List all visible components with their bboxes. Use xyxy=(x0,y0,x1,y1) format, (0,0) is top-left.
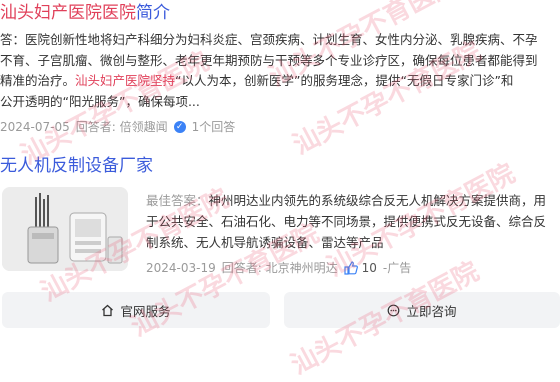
result1-line-2: 不育、子宫肌瘤、微创与整形、老年更年期预防与干预等多个专业诊疗区，确保每位患者都… xyxy=(0,52,538,68)
home-icon xyxy=(102,304,114,316)
chat-icon xyxy=(388,304,400,316)
best-answer-label: 最佳答案： xyxy=(146,193,209,208)
result2-snippet: 最佳答案：神州明达业内领先的系统级综合反无人机解决方案提供商，用 于公共安全、石… xyxy=(146,190,560,253)
thumbs-up-icon xyxy=(344,260,358,275)
result1-title[interactable]: 汕头妇产医院医院简介 xyxy=(0,2,170,24)
result2-line-1: 最佳答案：神州明达业内领先的系统级综合反无人机解决方案提供商，用 xyxy=(146,190,560,211)
result1-line-3-rest: “以人为本，创新医学”的服务理念，提供“无假日专家门诊”和 xyxy=(175,73,514,88)
result2-title[interactable]: 无人机反制设备厂家 xyxy=(0,155,153,177)
result1-meta: 2024-07-05 回答者: 倍领趣闻 ✓ 1个回答 xyxy=(0,118,235,135)
result1-snippet: 答：医院创新性地将妇产科细分为妇科炎症、宫颈疾病、计划生育、女性内分泌、乳腺疾病… xyxy=(0,30,560,112)
verified-icon: ✓ xyxy=(173,120,186,133)
result2-line-3: 制系统、无人机导航诱骗设备、雷达等产品 xyxy=(146,235,384,250)
result1-line-3-start: 精准的治疗。 xyxy=(0,73,76,88)
result1-answerer[interactable]: 回答者: 倍领趣闻 xyxy=(76,118,168,135)
drone-jammer-image xyxy=(2,187,128,271)
result1-answer-count[interactable]: 1个回答 xyxy=(192,118,236,135)
result2-meta: 2024-03-19 回答者: 北京神州明达 10 -广告 xyxy=(146,259,411,276)
result2-line-2: 于公共安全、石油石化、电力等不同场景，提供便携式反无设备、综合反 xyxy=(146,214,547,229)
result2-date: 2024-03-19 xyxy=(146,260,216,275)
result1-line-1: 答：医院创新性地将妇产科细分为妇科炎症、宫颈疾病、计划生育、女性内分泌、乳腺疾病… xyxy=(0,32,538,47)
result1-title-hospital[interactable]: 汕头妇产医院医院 xyxy=(0,3,136,23)
like-button[interactable]: 10 xyxy=(344,261,377,275)
result2-line-1-text: 神州明达业内领先的系统级综合反无人机解决方案提供商，用 xyxy=(208,193,547,208)
result1-title-intro[interactable]: 简介 xyxy=(136,3,170,23)
result1-highlight[interactable]: 汕头妇产医院坚持 xyxy=(75,73,175,88)
official-service-button[interactable]: 官网服务 xyxy=(2,292,270,328)
consult-now-label: 立即咨询 xyxy=(406,303,457,319)
result2-answerer[interactable]: 回答者: 北京神州明达 xyxy=(222,259,338,276)
official-service-label: 官网服务 xyxy=(120,303,171,319)
result1-line-4: 公开透明的“阳光服务”，确保每项... xyxy=(0,93,200,109)
result1-date: 2024-07-05 xyxy=(0,119,70,134)
result1-line-3: 精准的治疗。汕头妇产医院坚持“以人为本，创新医学”的服务理念，提供“无假日专家门… xyxy=(0,71,560,92)
product-thumbnail[interactable] xyxy=(2,187,128,271)
consult-now-button[interactable]: 立即咨询 xyxy=(284,292,560,328)
like-count: 10 xyxy=(361,260,377,275)
ad-label: -广告 xyxy=(382,261,412,275)
